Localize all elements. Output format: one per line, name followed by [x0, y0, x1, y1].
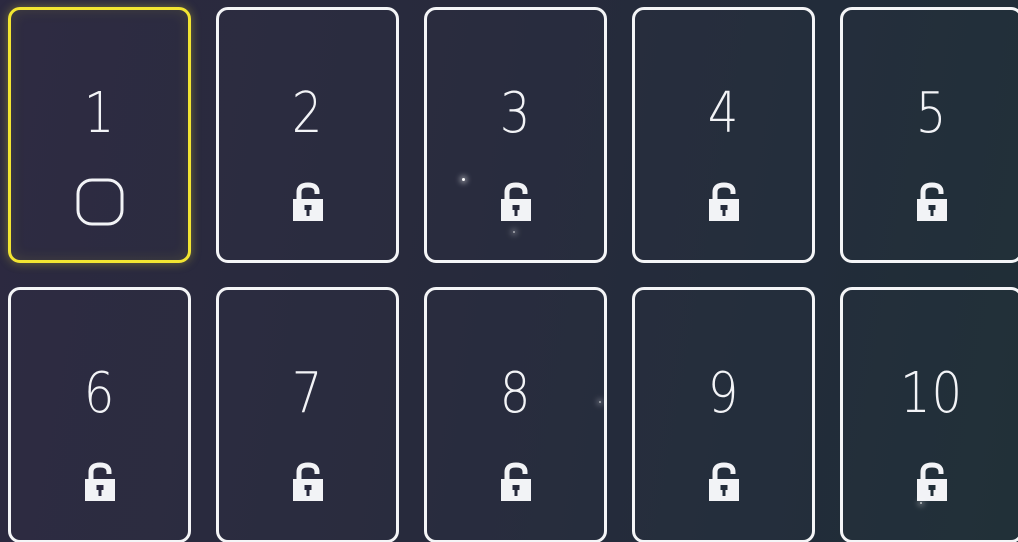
sparkle-particle	[462, 178, 465, 181]
level-number: 9	[707, 361, 740, 426]
level-1-card[interactable]: 1	[8, 7, 191, 263]
sparkle-particle	[599, 401, 601, 403]
level-number: 2	[291, 81, 324, 146]
level-number: 8	[499, 361, 532, 426]
level-number: 4	[707, 81, 740, 146]
lock-icon	[76, 458, 124, 506]
lock-icon	[700, 178, 748, 226]
lock-icon	[492, 458, 540, 506]
level-number: 7	[291, 361, 324, 426]
level-6-card[interactable]: 6	[8, 287, 191, 542]
lock-icon	[908, 458, 956, 506]
level-number: 10	[899, 361, 963, 426]
level-4-card[interactable]: 4	[632, 7, 815, 263]
lock-icon	[284, 458, 332, 506]
level-number: 5	[915, 81, 948, 146]
level-3-card[interactable]: 3	[424, 7, 607, 263]
level-10-card[interactable]: 10	[840, 287, 1018, 542]
lock-icon	[700, 458, 748, 506]
level-number: 6	[83, 361, 116, 426]
level-grid: 1 2 3 4 5 6 7 8 9 10	[8, 7, 1018, 542]
level-7-card[interactable]: 7	[216, 287, 399, 542]
level-number: 3	[499, 81, 532, 146]
sparkle-particle	[920, 502, 922, 504]
lock-icon	[284, 178, 332, 226]
level-8-card[interactable]: 8	[424, 287, 607, 542]
lock-icon	[492, 178, 540, 226]
level-9-card[interactable]: 9	[632, 287, 815, 542]
level-5-card[interactable]: 5	[840, 7, 1018, 263]
sparkle-particle	[513, 231, 515, 233]
square-outline-icon	[76, 178, 124, 226]
level-2-card[interactable]: 2	[216, 7, 399, 263]
lock-icon	[908, 178, 956, 226]
level-number: 1	[83, 81, 116, 146]
